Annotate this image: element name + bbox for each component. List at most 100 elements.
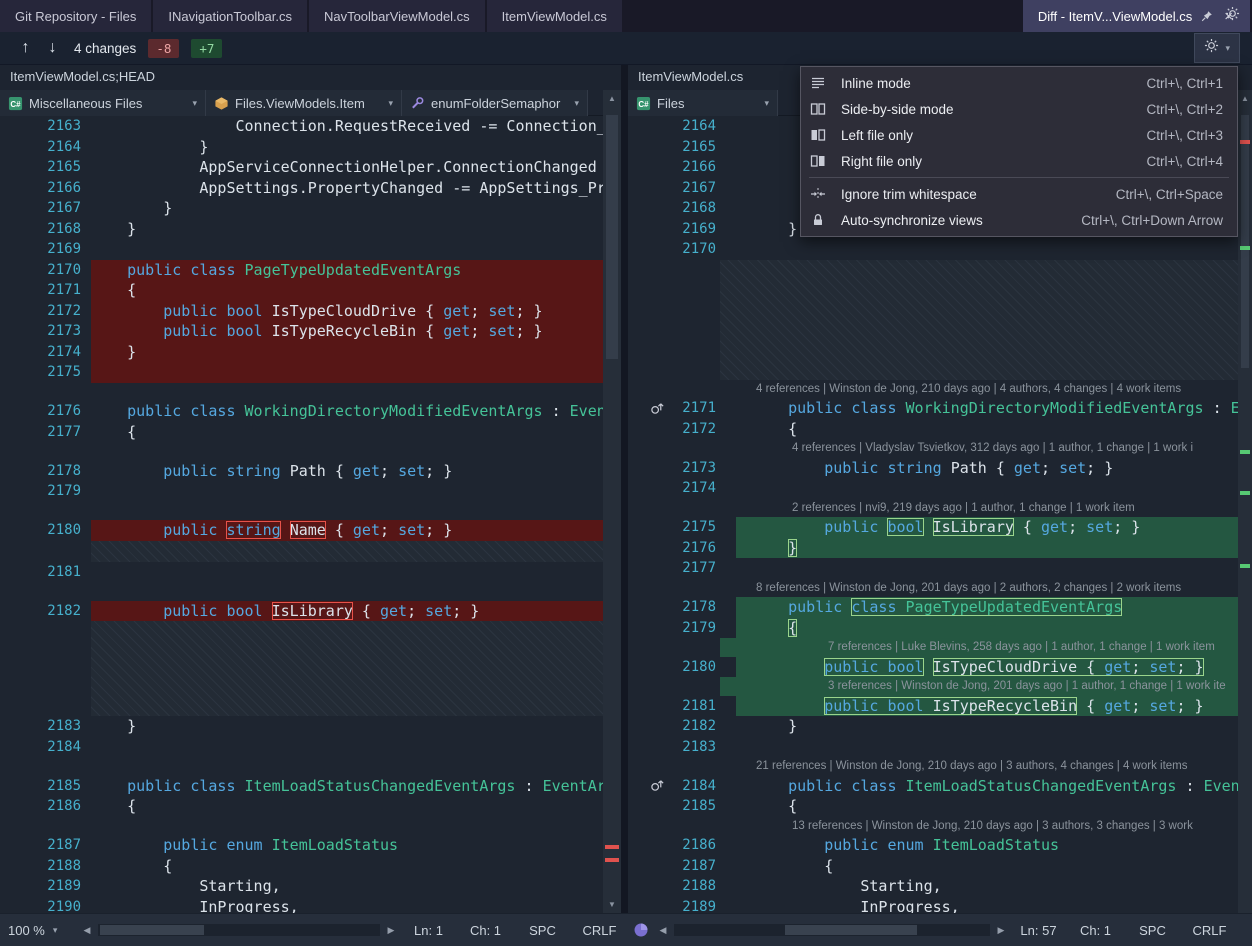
code-content[interactable] (91, 362, 603, 383)
code-content[interactable]: { (736, 856, 1238, 877)
code-content[interactable]: public enum ItemLoadStatus (91, 835, 603, 856)
code-content[interactable]: InProgress, (736, 897, 1238, 914)
code-content[interactable]: public bool IsTypeCloudDrive { get; set;… (736, 657, 1238, 678)
code-content[interactable]: } (736, 716, 1238, 737)
menu-item-side-by-side-mode[interactable]: Side-by-side modeCtrl+\, Ctrl+2 (801, 96, 1237, 122)
menu-item-auto-synchronize-views[interactable]: Auto-synchronize viewsCtrl+\, Ctrl+Down … (801, 207, 1237, 233)
code-content[interactable] (736, 558, 1238, 579)
left-line-ending-indicator[interactable]: CRLF (571, 923, 628, 938)
codelens-text[interactable]: 7 references | Luke Blevins, 258 days ag… (720, 638, 1238, 657)
code-content[interactable]: public bool IsLibrary { get; set; } (91, 601, 603, 622)
references-icon[interactable] (644, 401, 670, 416)
codelens-text[interactable]: 2 references | nvi9, 219 days ago | 1 au… (720, 499, 1238, 518)
left-horizontal-scrollbar[interactable] (98, 924, 380, 936)
diff-settings-button[interactable]: ▾ (1194, 33, 1240, 63)
code-content[interactable]: } (91, 137, 603, 158)
code-content[interactable]: public string Path { get; set; } (91, 461, 603, 482)
tab-diff-itemv-viewmodel-cs[interactable]: Diff - ItemV...ViewModel.cs× (1023, 0, 1250, 32)
right-vertical-scrollbar[interactable]: ▲ ▼ (1238, 90, 1252, 940)
scrollbar-thumb[interactable] (100, 925, 204, 935)
code-content[interactable]: public class WorkingDirectoryModifiedEve… (91, 401, 603, 422)
code-content[interactable] (91, 737, 603, 758)
code-content[interactable]: } (736, 538, 1238, 559)
code-content[interactable]: { (91, 422, 603, 443)
code-content[interactable]: public bool IsTypeRecycleBin { get; set;… (736, 696, 1238, 717)
code-content[interactable]: } (91, 716, 603, 737)
codelens-text[interactable]: 4 references | Winston de Jong, 210 days… (720, 380, 1238, 399)
left-vertical-scrollbar[interactable]: ▲ ▼ (603, 90, 621, 913)
code-content[interactable]: } (91, 342, 603, 363)
tab-navtoolbarviewmodel-cs[interactable]: NavToolbarViewModel.cs (309, 0, 485, 32)
code-content[interactable]: public enum ItemLoadStatus (736, 835, 1238, 856)
scrollbar-thumb[interactable] (1241, 115, 1249, 368)
code-content[interactable]: Connection.RequestReceived -= Connection… (91, 116, 603, 137)
code-content[interactable]: public string Path { get; set; } (736, 458, 1238, 479)
code-content[interactable]: { (91, 856, 603, 877)
code-content[interactable]: public bool IsLibrary { get; set; } (736, 517, 1238, 538)
scrollbar-thumb[interactable] (785, 925, 918, 935)
code-content[interactable]: InProgress, (91, 897, 603, 914)
code-content[interactable]: public string Name { get; set; } (91, 520, 603, 541)
codelens-text[interactable]: 3 references | Winston de Jong, 201 days… (720, 677, 1238, 696)
scroll-up-arrow[interactable]: ▲ (1238, 90, 1252, 107)
code-content[interactable] (91, 239, 603, 260)
code-content[interactable]: public class PageTypeUpdatedEventArgs (91, 260, 603, 281)
code-content[interactable]: public class PageTypeUpdatedEventArgs (736, 597, 1238, 618)
codelens-text[interactable]: 21 references | Winston de Jong, 210 day… (720, 757, 1238, 776)
scroll-down-arrow[interactable]: ▼ (603, 896, 621, 913)
code-content[interactable]: { (91, 796, 603, 817)
codelens-text[interactable]: 8 references | Winston de Jong, 201 days… (720, 579, 1238, 598)
right-line-ending-indicator[interactable]: CRLF (1181, 923, 1238, 938)
scroll-up-arrow[interactable]: ▲ (603, 90, 621, 107)
scroll-right-arrow[interactable]: ▶ (382, 925, 400, 936)
menu-item-inline-mode[interactable]: Inline modeCtrl+\, Ctrl+1 (801, 70, 1237, 96)
window-gear-button[interactable] (1217, 0, 1248, 32)
code-content[interactable]: } (91, 219, 603, 240)
previous-change-button[interactable]: ↑ (12, 39, 39, 57)
left-editor[interactable]: 2163 Connection.RequestReceived -= Conne… (0, 116, 603, 913)
code-content[interactable]: AppSettings.PropertyChanged -= AppSettin… (91, 178, 603, 199)
code-content[interactable]: { (91, 280, 603, 301)
code-content[interactable]: AppServiceConnectionHelper.ConnectionCha… (91, 157, 603, 178)
breadcrumb-dropdown-files[interactable]: C#Files▾ (628, 90, 778, 116)
code-content[interactable]: Starting, (736, 876, 1238, 897)
code-content[interactable]: { (736, 796, 1238, 817)
pane-splitter[interactable] (621, 65, 628, 913)
references-icon[interactable] (644, 778, 670, 793)
code-content[interactable] (91, 481, 603, 502)
menu-item-ignore-trim-whitespace[interactable]: Ignore trim whitespaceCtrl+\, Ctrl+Space (801, 181, 1237, 207)
code-content[interactable]: public class ItemLoadStatusChangedEventA… (736, 776, 1238, 797)
scrollbar-thumb[interactable] (606, 115, 618, 360)
scrollbar-track[interactable] (603, 107, 621, 896)
breadcrumb-dropdown-enumfoldersemaphor[interactable]: enumFolderSemaphor▾ (402, 90, 588, 116)
code-content[interactable]: Starting, (91, 876, 603, 897)
codelens-text[interactable]: 13 references | Winston de Jong, 210 day… (720, 817, 1238, 836)
next-change-button[interactable]: ↓ (39, 39, 66, 57)
code-content[interactable] (91, 562, 603, 583)
code-content[interactable]: public class ItemLoadStatusChangedEventA… (91, 776, 603, 797)
tab-git-repository-files[interactable]: Git Repository - Files (0, 0, 151, 32)
code-content[interactable]: { (736, 618, 1238, 639)
code-content[interactable] (736, 239, 1238, 260)
code-content[interactable]: } (91, 198, 603, 219)
codelens-text[interactable]: 4 references | Vladyslav Tsvietkov, 312 … (720, 439, 1238, 458)
zoom-control[interactable]: 100 % ▾ (0, 923, 78, 938)
code-content[interactable]: public class WorkingDirectoryModifiedEve… (736, 398, 1238, 419)
menu-item-right-file-only[interactable]: Right file onlyCtrl+\, Ctrl+4 (801, 148, 1237, 174)
code-content[interactable]: { (736, 419, 1238, 440)
scrollbar-track[interactable] (1238, 107, 1252, 923)
breadcrumb-dropdown-files-viewmodels-item[interactable]: Files.ViewModels.Item▾ (206, 90, 402, 116)
right-indentation-indicator[interactable]: SPC (1124, 923, 1181, 938)
code-content[interactable]: public bool IsTypeCloudDrive { get; set;… (91, 301, 603, 322)
breadcrumb-dropdown-miscellaneous-files[interactable]: C#Miscellaneous Files▾ (0, 90, 206, 116)
code-content[interactable] (736, 737, 1238, 758)
code-content[interactable] (736, 478, 1238, 499)
tab-inavigationtoolbar-cs[interactable]: INavigationToolbar.cs (153, 0, 307, 32)
scroll-left-arrow[interactable]: ◀ (78, 925, 96, 936)
tab-itemviewmodel-cs[interactable]: ItemViewModel.cs (487, 0, 622, 32)
menu-item-left-file-only[interactable]: Left file onlyCtrl+\, Ctrl+3 (801, 122, 1237, 148)
scroll-right-arrow[interactable]: ▶ (992, 925, 1010, 936)
left-indentation-indicator[interactable]: SPC (514, 923, 571, 938)
right-horizontal-scrollbar[interactable] (674, 924, 990, 936)
code-content[interactable]: public bool IsTypeRecycleBin { get; set;… (91, 321, 603, 342)
